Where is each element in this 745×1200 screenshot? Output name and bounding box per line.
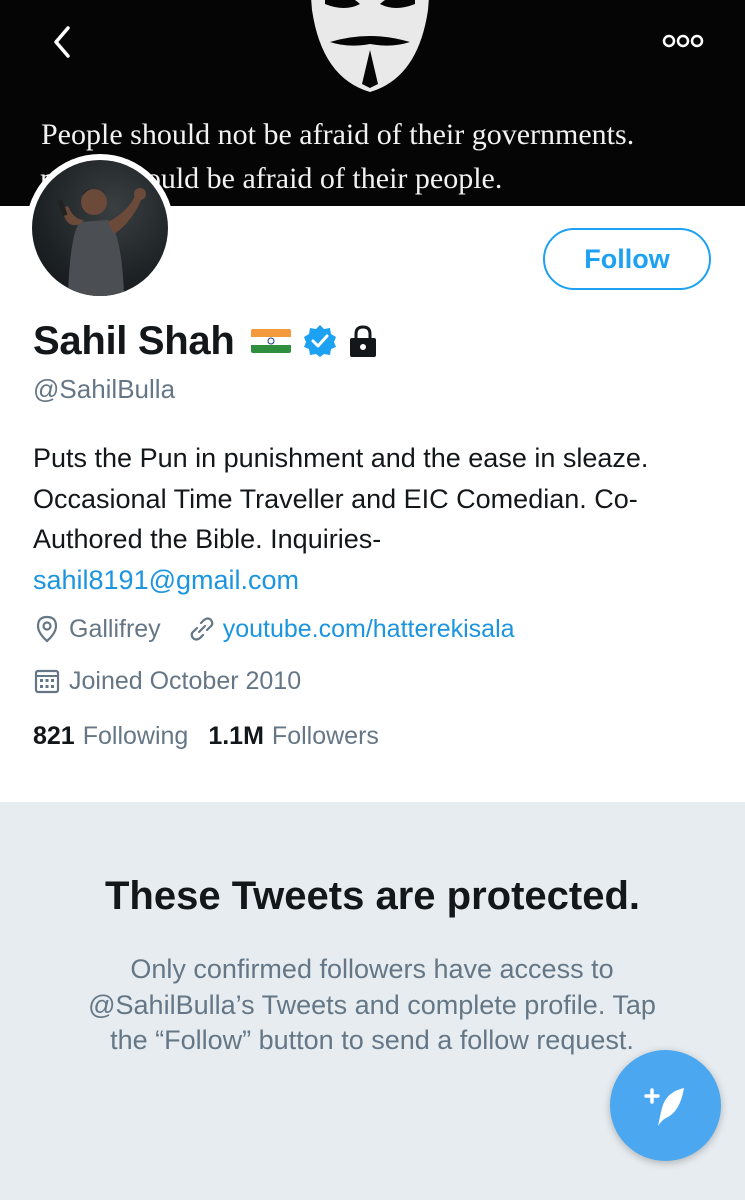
bio-text: Puts the Pun in punishment and the ease … xyxy=(33,443,649,554)
location-icon xyxy=(36,615,58,643)
protected-title: These Tweets are protected. xyxy=(105,874,640,918)
more-icon xyxy=(662,34,704,48)
follow-button[interactable]: Follow xyxy=(543,228,711,290)
profile-meta-row: Gallifrey youtube.com/hatterekisala xyxy=(33,614,515,644)
avatar-photo xyxy=(57,187,146,296)
more-options-button[interactable] xyxy=(660,28,706,54)
banner-quote-line-1: People should not be afraid of their gov… xyxy=(41,118,635,151)
profile-location: Gallifrey xyxy=(69,614,161,643)
followers-stat[interactable]: 1.1M Followers xyxy=(208,722,379,751)
display-name: Sahil Shah xyxy=(33,318,235,363)
guy-fawkes-mask-image xyxy=(311,0,429,92)
avatar[interactable] xyxy=(32,160,168,296)
avatar-border xyxy=(26,154,174,302)
link-icon xyxy=(190,617,214,641)
profile-handle: @SahilBulla xyxy=(33,374,176,404)
bio-email-link[interactable]: sahil8191@gmail.com xyxy=(33,560,683,601)
profile-website-link[interactable]: youtube.com/hatterekisala xyxy=(223,615,515,644)
lock-icon xyxy=(349,325,376,357)
profile-name-row: Sahil Shah xyxy=(33,316,379,366)
verified-icon xyxy=(303,325,336,357)
profile-stats: 821 Following 1.1M Followers xyxy=(33,722,379,751)
india-flag-icon xyxy=(250,329,291,353)
following-label: Following xyxy=(82,722,189,750)
protected-message: Only confirmed followers have access to … xyxy=(88,954,656,1055)
followers-count: 1.1M xyxy=(208,722,264,750)
following-count: 821 xyxy=(33,722,75,750)
calendar-icon xyxy=(34,669,60,694)
back-button[interactable] xyxy=(44,22,84,62)
profile-joined-date: Joined October 2010 xyxy=(69,666,302,695)
compose-tweet-icon xyxy=(643,1087,684,1126)
compose-tweet-button[interactable] xyxy=(610,1050,721,1161)
profile-joined-row: Joined October 2010 xyxy=(33,666,301,696)
profile-bio: Puts the Pun in punishment and the ease … xyxy=(33,438,683,600)
followers-label: Followers xyxy=(271,722,379,750)
chevron-left-icon xyxy=(54,26,70,58)
following-stat[interactable]: 821 Following xyxy=(33,722,188,751)
